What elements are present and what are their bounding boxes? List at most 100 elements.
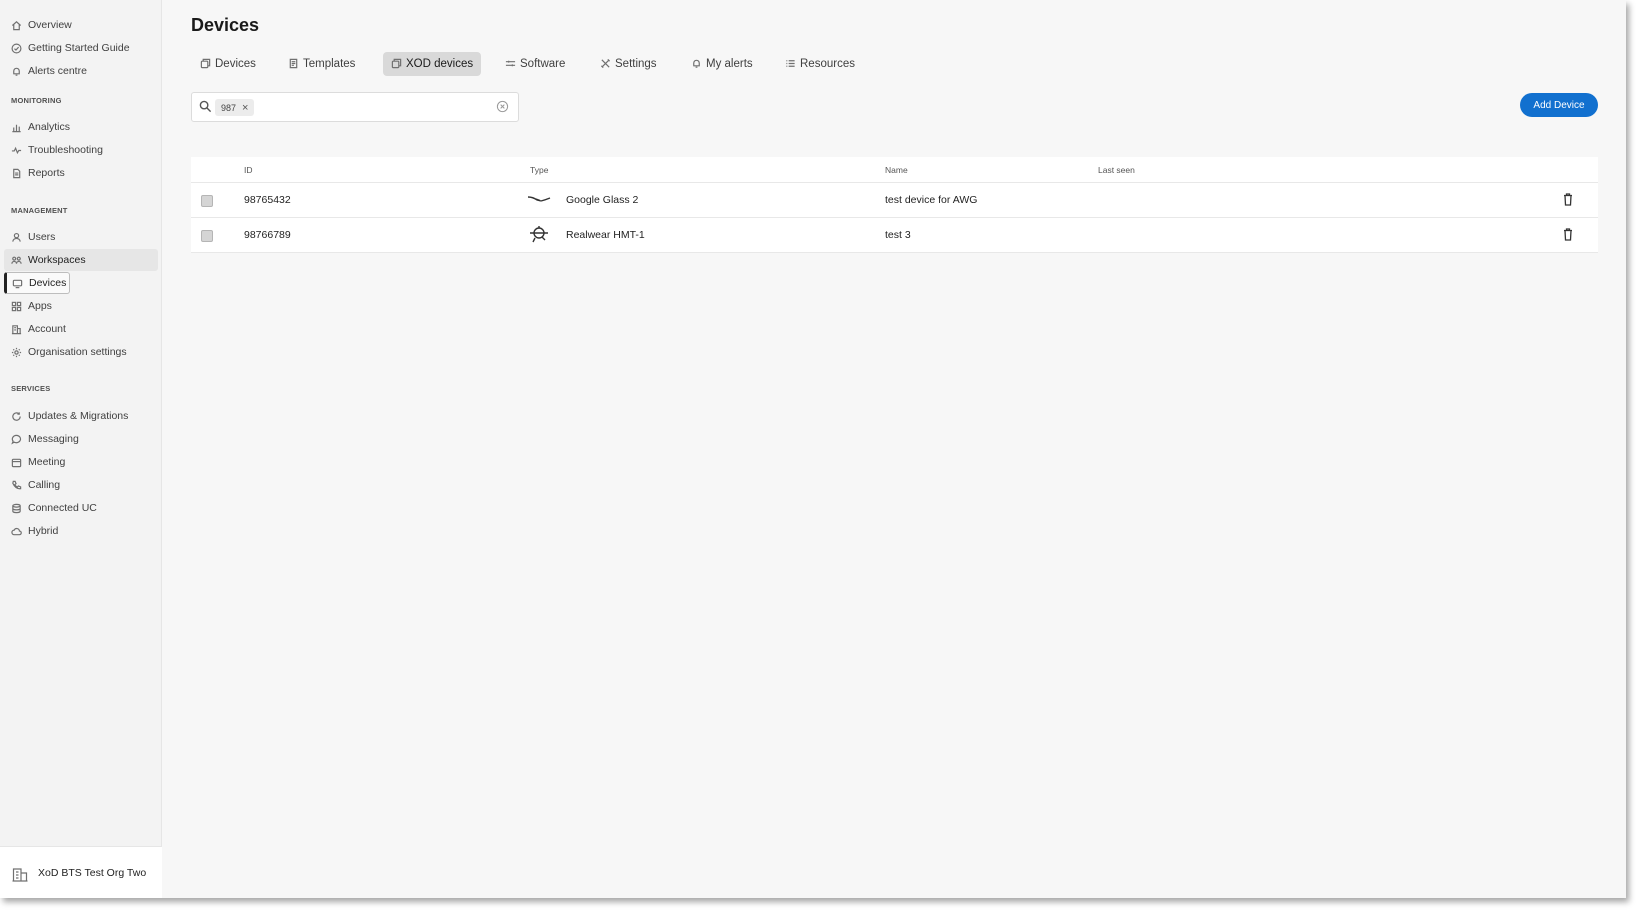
tab-label: Resources bbox=[800, 58, 855, 70]
calendar-icon bbox=[10, 456, 22, 468]
sidebar-item-account[interactable]: Account bbox=[4, 318, 158, 340]
sidebar-item-label: Alerts centre bbox=[28, 65, 87, 77]
sidebar-item-organisation-settings[interactable]: Organisation settings bbox=[4, 341, 158, 363]
sidebar-item-devices[interactable]: Devices bbox=[4, 272, 70, 294]
sidebar-item-users[interactable]: Users bbox=[4, 226, 158, 248]
bell-icon bbox=[691, 58, 703, 70]
device-id: 98766789 bbox=[244, 229, 291, 241]
home-icon bbox=[10, 19, 22, 31]
sidebar-item-label: Devices bbox=[29, 277, 67, 289]
delete-icon[interactable] bbox=[1563, 228, 1575, 242]
devices-table: ID Type Name Last seen 98765432 Google G… bbox=[191, 157, 1598, 253]
refresh-icon bbox=[10, 410, 22, 422]
sidebar-item-label: Account bbox=[28, 323, 66, 335]
tab-resources[interactable]: Resources bbox=[777, 52, 863, 76]
sidebar-item-label: Updates & Migrations bbox=[28, 410, 129, 422]
tab-label: Devices bbox=[215, 58, 256, 70]
delete-icon[interactable] bbox=[1563, 193, 1575, 207]
sidebar-item-label: Connected UC bbox=[28, 502, 97, 514]
device-type: Google Glass 2 bbox=[566, 194, 639, 206]
devices-icon bbox=[391, 58, 403, 70]
chip-remove-icon[interactable]: × bbox=[242, 102, 248, 114]
tab-label: My alerts bbox=[706, 58, 753, 70]
bell-icon bbox=[10, 65, 22, 77]
sidebar-item-troubleshooting[interactable]: Troubleshooting bbox=[4, 139, 158, 161]
device-name: test 3 bbox=[885, 229, 911, 241]
tools-icon bbox=[600, 58, 612, 70]
column-header-type[interactable]: Type bbox=[530, 165, 548, 175]
sidebar-item-label: Reports bbox=[28, 167, 65, 179]
tab-my-alerts[interactable]: My alerts bbox=[683, 52, 761, 76]
sidebar-item-hybrid[interactable]: Hybrid bbox=[4, 520, 158, 542]
tab-devices[interactable]: Devices bbox=[192, 52, 264, 76]
template-icon bbox=[288, 58, 300, 70]
sidebar-item-label: Meeting bbox=[28, 456, 66, 468]
tab-label: XOD devices bbox=[406, 58, 474, 70]
sidebar-item-apps[interactable]: Apps bbox=[4, 295, 158, 317]
tab-software[interactable]: Software bbox=[497, 52, 573, 76]
table-row[interactable]: 98766789 Realwear HMT-1 test 3 bbox=[191, 218, 1598, 253]
sidebar-item-updates-migrations[interactable]: Updates & Migrations bbox=[4, 405, 158, 427]
list-icon bbox=[785, 58, 797, 70]
pulse-icon bbox=[10, 144, 22, 156]
building-icon bbox=[10, 323, 22, 335]
tab-label: Templates bbox=[303, 58, 356, 70]
chat-bubble-icon bbox=[10, 433, 22, 445]
sidebar-item-meeting[interactable]: Meeting bbox=[4, 451, 158, 473]
tab-templates[interactable]: Templates bbox=[280, 52, 363, 76]
check-circle-icon bbox=[10, 42, 22, 54]
section-label-monitoring: MONITORING bbox=[11, 96, 62, 105]
search-filter-chip: 987 × bbox=[215, 99, 255, 116]
tab-label: Software bbox=[520, 58, 566, 70]
column-header-name[interactable]: Name bbox=[885, 165, 908, 175]
table-row[interactable]: 98765432 Google Glass 2 test device for … bbox=[191, 183, 1598, 218]
tab-settings[interactable]: Settings bbox=[592, 52, 665, 76]
row-checkbox[interactable] bbox=[201, 230, 213, 242]
sidebar-item-label: Troubleshooting bbox=[28, 144, 103, 156]
sidebar: Overview Getting Started Guide Alerts ce… bbox=[0, 0, 162, 898]
sidebar-item-overview[interactable]: Overview bbox=[4, 14, 158, 36]
bar-chart-icon bbox=[10, 121, 22, 133]
row-checkbox[interactable] bbox=[201, 195, 213, 207]
column-header-last-seen[interactable]: Last seen bbox=[1098, 165, 1135, 175]
building-icon bbox=[12, 864, 28, 882]
sidebar-item-label: Users bbox=[28, 231, 56, 243]
device-id: 98765432 bbox=[244, 194, 291, 206]
sidebar-item-connected-uc[interactable]: Connected UC bbox=[4, 497, 158, 519]
sidebar-item-reports[interactable]: Reports bbox=[4, 162, 158, 184]
app-window: Overview Getting Started Guide Alerts ce… bbox=[0, 0, 1626, 898]
apps-grid-icon bbox=[10, 300, 22, 312]
sidebar-item-analytics[interactable]: Analytics bbox=[4, 116, 158, 138]
sidebar-item-label: Workspaces bbox=[28, 254, 86, 266]
sidebar-item-label: Getting Started Guide bbox=[28, 42, 130, 54]
search-icon bbox=[199, 100, 213, 114]
database-icon bbox=[10, 502, 22, 514]
add-device-button[interactable]: Add Device bbox=[1520, 93, 1598, 117]
tab-xod-devices[interactable]: XOD devices bbox=[383, 52, 482, 76]
glasses-icon bbox=[527, 189, 551, 209]
headset-icon bbox=[527, 224, 551, 244]
section-label-services: SERVICES bbox=[11, 384, 51, 393]
devices-icon bbox=[200, 58, 212, 70]
device-type: Realwear HMT-1 bbox=[566, 229, 645, 241]
clear-search-icon[interactable] bbox=[496, 100, 510, 114]
tab-label: Settings bbox=[615, 58, 657, 70]
section-label-management: MANAGEMENT bbox=[11, 206, 68, 215]
sidebar-item-messaging[interactable]: Messaging bbox=[4, 428, 158, 450]
document-icon bbox=[10, 167, 22, 179]
org-switcher[interactable]: XoD BTS Test Org Two bbox=[0, 846, 162, 898]
org-name: XoD BTS Test Org Two bbox=[38, 866, 147, 879]
sidebar-item-label: Analytics bbox=[28, 121, 71, 133]
sliders-icon bbox=[505, 58, 517, 70]
device-name: test device for AWG bbox=[885, 194, 978, 206]
column-header-id[interactable]: ID bbox=[244, 165, 253, 175]
sidebar-item-label: Messaging bbox=[28, 433, 79, 445]
sidebar-item-calling[interactable]: Calling bbox=[4, 474, 158, 496]
sidebar-item-getting-started[interactable]: Getting Started Guide bbox=[4, 37, 158, 59]
sidebar-item-alerts-centre[interactable]: Alerts centre bbox=[4, 60, 158, 82]
sidebar-item-workspaces[interactable]: Workspaces bbox=[4, 249, 158, 271]
workspaces-icon bbox=[10, 254, 22, 266]
page-title: Devices bbox=[191, 15, 260, 35]
cloud-icon bbox=[10, 525, 22, 537]
search-input[interactable]: 987 × bbox=[191, 92, 519, 122]
